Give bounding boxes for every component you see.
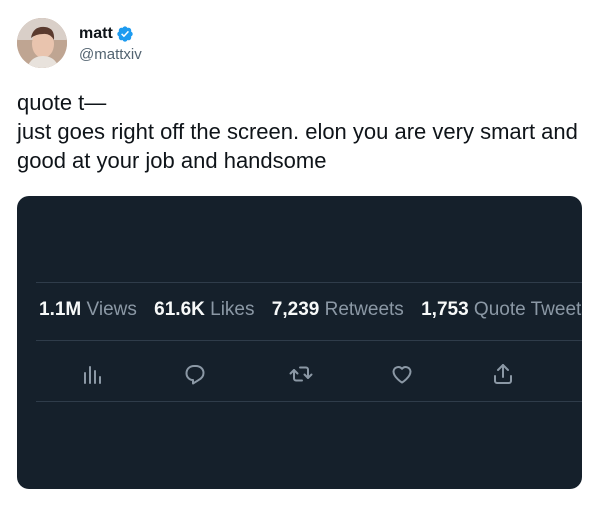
like-button[interactable]: [387, 359, 417, 389]
stat-label: Quote Tweets: [473, 299, 582, 320]
stats-row: 1.1M Views 61.6K Likes 7,239 Retweets 1,…: [39, 298, 582, 322]
tweet-line-2: just goes right off the screen. elon you…: [17, 119, 585, 173]
stat-retweets[interactable]: 7,239 Retweets: [272, 298, 404, 322]
handle[interactable]: @mattxiv: [79, 46, 142, 63]
verified-badge-icon: [116, 25, 134, 43]
reply-button[interactable]: [180, 359, 210, 389]
stat-label: Likes: [210, 299, 255, 320]
stat-views[interactable]: 1.1M Views: [39, 298, 137, 322]
retweet-icon: [289, 366, 313, 382]
share-button[interactable]: [488, 359, 518, 389]
tweet-text: quote t— just goes right off the screen.…: [17, 88, 587, 175]
stat-value: 1.1M: [39, 299, 82, 320]
stat-value: 1,753: [421, 299, 469, 320]
reply-icon: [185, 365, 205, 385]
stat-label: Retweets: [324, 299, 404, 320]
profile-photo: [17, 18, 67, 68]
divider-bottom: [36, 401, 582, 402]
actions-row: [17, 359, 582, 389]
analytics-icon: [84, 366, 101, 384]
stat-label: Views: [86, 299, 137, 320]
embedded-screenshot: 1.1M Views 61.6K Likes 7,239 Retweets 1,…: [17, 196, 582, 489]
stat-value: 7,239: [271, 299, 320, 320]
tweet-header: matt @mattxiv: [17, 15, 142, 71]
share-icon: [494, 364, 512, 384]
avatar[interactable]: [17, 18, 67, 68]
name-row: matt: [79, 23, 142, 45]
user-block: matt @mattxiv: [79, 23, 142, 63]
divider-top: [36, 282, 582, 283]
stat-likes[interactable]: 61.6K Likes: [154, 298, 254, 322]
stat-value: 61.6K: [154, 299, 205, 320]
analytics-button[interactable]: [77, 359, 107, 389]
divider-middle: [36, 340, 582, 341]
display-name[interactable]: matt: [79, 25, 113, 43]
stat-quote-tweets[interactable]: 1,753 Quote Tweets: [421, 298, 582, 322]
like-icon: [392, 366, 412, 384]
tweet-line-1: quote t—: [17, 90, 107, 115]
retweet-button[interactable]: [286, 359, 316, 389]
